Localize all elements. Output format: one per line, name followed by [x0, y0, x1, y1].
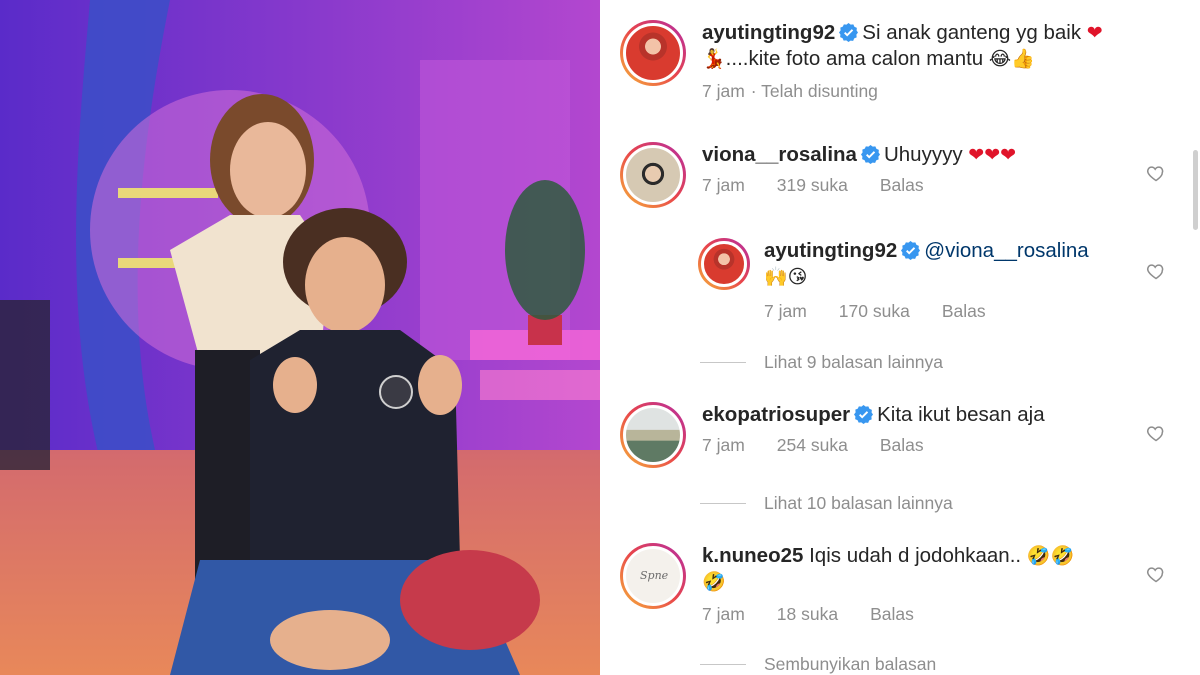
verified-badge-icon	[839, 23, 859, 42]
like-count[interactable]: 254 suka	[777, 432, 848, 458]
comment-text: Iqis udah d jodohkaan..	[809, 544, 1022, 567]
avatar[interactable]	[698, 238, 750, 290]
comment-text: Uhuyyyy	[883, 143, 963, 166]
reply-emoji: 🙌😘	[764, 266, 808, 288]
view-more-replies-button[interactable]: Lihat 10 balasan lainnya	[700, 493, 953, 514]
timestamp[interactable]: 7 jam	[702, 172, 745, 198]
verified-badge-icon	[860, 145, 880, 164]
timestamp[interactable]: 7 jam	[702, 601, 745, 627]
username-link[interactable]: ayutingting92	[702, 21, 835, 44]
username-link[interactable]: ayutingting92	[764, 239, 897, 262]
comment-text: Kita ikut besan aja	[877, 403, 1045, 426]
comments-panel[interactable]: ayutingting92 Si anak ganteng yg baik ❤ 💃…	[600, 0, 1200, 675]
post-photo	[0, 0, 600, 675]
avatar[interactable]	[620, 402, 686, 468]
divider-line	[700, 503, 746, 504]
reply-button[interactable]: Balas	[880, 432, 924, 458]
edited-label: · Telah disunting	[750, 81, 878, 101]
avatar[interactable]	[620, 20, 686, 86]
username-link[interactable]: viona__rosalina	[702, 143, 857, 166]
scrollbar[interactable]	[1193, 150, 1198, 230]
avatar[interactable]	[620, 543, 686, 609]
reply-comment: ayutingting92 @viona__rosalina 🙌😘 7 jam 1…	[698, 238, 1154, 324]
like-count[interactable]: 18 suka	[777, 601, 838, 627]
view-replies-label: Lihat 10 balasan lainnya	[764, 493, 953, 513]
hearts-emoji: ❤❤❤	[968, 144, 1017, 166]
like-count[interactable]: 319 suka	[777, 172, 848, 198]
verified-badge-icon	[901, 241, 921, 260]
view-replies-label: Lihat 9 balasan lainnya	[764, 352, 944, 372]
avatar[interactable]	[620, 142, 686, 208]
like-count[interactable]: 170 suka	[839, 298, 910, 324]
reply-button[interactable]: Balas	[942, 298, 986, 324]
heart-outline-icon[interactable]	[1146, 564, 1166, 584]
timestamp[interactable]: 7 jam	[702, 432, 745, 458]
dancer-emoji: 💃	[702, 48, 726, 70]
hide-replies-button[interactable]: Sembunyikan balasan	[700, 654, 936, 675]
divider-line	[700, 362, 746, 363]
heart-outline-icon[interactable]	[1146, 423, 1166, 443]
mention-link[interactable]: @viona__rosalina	[924, 239, 1088, 262]
rofl-emoji: 🤣🤣	[1026, 545, 1075, 567]
caption-text: Si anak ganteng yg baik	[862, 21, 1082, 44]
reply-button[interactable]: Balas	[870, 601, 914, 627]
timestamp: 7 jam	[702, 81, 745, 101]
comment: viona__rosalina Uhuyyyy ❤❤❤ 7 jam 319 suk…	[620, 142, 1016, 208]
post-photo-illustration	[0, 0, 600, 675]
comment: k.nuneo25 Iqis udah d jodohkaan.. 🤣🤣 🤣 7…	[620, 543, 1122, 627]
verified-badge-icon	[854, 405, 874, 424]
rofl-emoji: 🤣	[702, 571, 726, 593]
divider-line	[700, 664, 746, 665]
heart-emoji: ❤	[1086, 22, 1103, 44]
hide-replies-label: Sembunyikan balasan	[764, 654, 937, 674]
heart-outline-icon[interactable]	[1146, 261, 1166, 281]
laugh-thumbs-emoji: 😂👍	[988, 48, 1035, 70]
view-more-replies-button[interactable]: Lihat 9 balasan lainnya	[700, 352, 943, 373]
caption-text-line2: ....kite foto ama calon mantu	[725, 47, 984, 70]
timestamp[interactable]: 7 jam	[764, 298, 807, 324]
post-caption: ayutingting92 Si anak ganteng yg baik ❤ 💃…	[620, 20, 1172, 104]
heart-outline-icon[interactable]	[1146, 163, 1166, 183]
comment: ekopatriosuper Kita ikut besan aja 7 jam …	[620, 402, 1045, 468]
username-link[interactable]: k.nuneo25	[702, 544, 803, 567]
username-link[interactable]: ekopatriosuper	[702, 403, 850, 426]
reply-button[interactable]: Balas	[880, 172, 924, 198]
